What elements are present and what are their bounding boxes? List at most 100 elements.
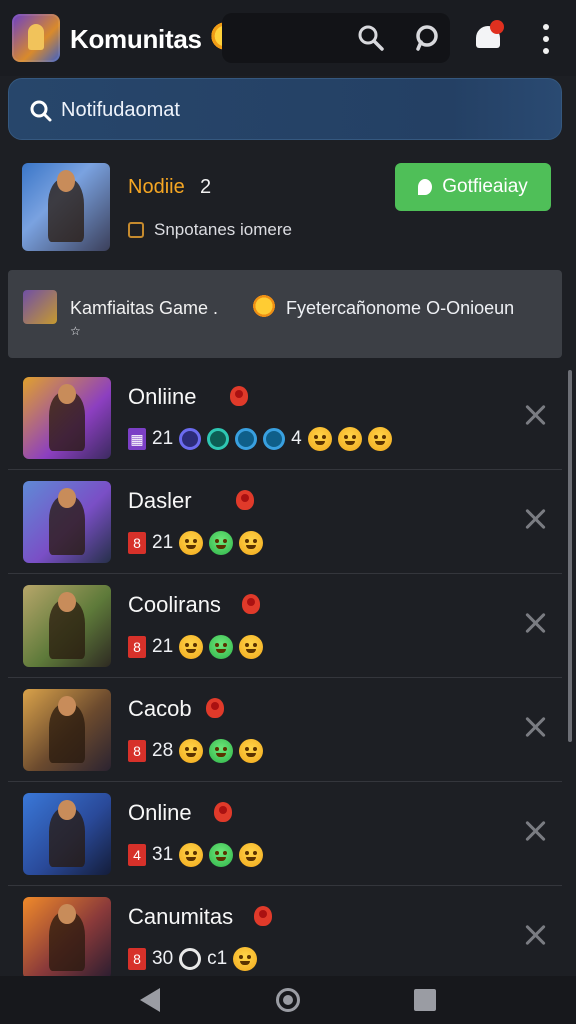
emoji-icon [179, 635, 204, 659]
list-item[interactable]: Onliine ▦ 21 4 [8, 366, 562, 470]
list-item[interactable]: Cacob 8 28 [8, 678, 562, 782]
community-name: Coolirans [128, 592, 221, 617]
search-icon [30, 100, 52, 122]
extra-count: 4 [291, 428, 302, 449]
community-stats: 8 28 [128, 738, 264, 764]
list-item[interactable]: Canumitas 8 30 c1 [8, 886, 562, 990]
scrollbar[interactable] [568, 370, 572, 742]
member-badge: 8 [128, 948, 146, 970]
member-badge: ▦ [128, 428, 146, 450]
gem-icon [230, 386, 248, 406]
community-stats: 8 30 c1 [128, 946, 258, 972]
list-item[interactable]: Dasler 8 21 [8, 470, 562, 574]
community-avatar [23, 689, 111, 771]
announcement-banner[interactable]: Kamfiaitas Game . Fyetercañonome O-Onioe… [8, 270, 562, 358]
banner-subtitle: Fyetercañonome O-Onioeun [286, 298, 515, 318]
emoji-icon [239, 843, 264, 867]
community-stats: 4 31 [128, 842, 264, 868]
extra-count: c1 [207, 948, 228, 969]
banner-mini-icon: ☆ [70, 324, 81, 338]
search-text: Notifudaomat [61, 99, 180, 121]
emoji-icon [209, 531, 234, 555]
member-count: 21 [152, 532, 174, 553]
emoji-icon [233, 947, 258, 971]
join-button[interactable]: Gotfieaiay [395, 163, 551, 211]
close-icon[interactable] [524, 716, 546, 738]
status-ring-icon [235, 428, 258, 450]
list-item[interactable]: Coolirans 8 21 [8, 574, 562, 678]
community-name: Nodiie [128, 176, 185, 198]
top-app-bar: Komunitas [0, 0, 576, 76]
member-count: 28 [152, 740, 174, 761]
close-icon[interactable] [524, 924, 546, 946]
banner-title: Kamfiaitas Game . [70, 298, 219, 318]
community-list: Onliine ▦ 21 4 Dasler 8 21 Coolirans 8 2… [8, 366, 562, 990]
community-avatar [23, 585, 111, 667]
member-count: 30 [152, 948, 174, 969]
emoji-icon [307, 427, 332, 451]
home-icon[interactable] [276, 988, 300, 1012]
emoji-icon [239, 531, 264, 555]
member-badge: 8 [128, 740, 146, 762]
emoji-icon [209, 739, 234, 763]
community-avatar [23, 897, 111, 979]
community-avatar [22, 163, 110, 251]
community-stats: 8 21 [128, 634, 264, 660]
close-icon[interactable] [524, 404, 546, 426]
list-item[interactable]: Online 4 31 [8, 782, 562, 886]
gem-icon [254, 906, 272, 926]
more-vert-icon[interactable] [532, 24, 560, 54]
back-icon[interactable] [140, 988, 160, 1012]
system-nav-bar [0, 976, 576, 1024]
status-ring-icon [179, 428, 202, 450]
community-avatar [23, 377, 111, 459]
notification-dot [490, 20, 504, 34]
app-icon[interactable] [12, 14, 60, 62]
join-button-label: Gotfieaiay [442, 176, 528, 197]
status-ring-icon [207, 428, 230, 450]
community-avatar [23, 481, 111, 563]
search-field[interactable]: Notifudaomat [8, 78, 562, 140]
status-ring-icon [179, 948, 202, 970]
emoji-icon [239, 635, 264, 659]
recent-apps-icon[interactable] [414, 989, 436, 1011]
featured-community[interactable]: Nodiie 2 Snpotanes iomere Gotfieaiay [8, 150, 562, 264]
member-count: 21 [152, 636, 174, 657]
member-badge: 8 [128, 532, 146, 554]
status-badge [128, 222, 144, 238]
community-name: Onliine [128, 384, 197, 409]
status-ring-icon [263, 428, 286, 450]
community-name: Online [128, 800, 192, 825]
sun-icon [252, 294, 276, 318]
close-icon[interactable] [524, 612, 546, 634]
gem-icon [206, 698, 224, 718]
gem-icon [236, 490, 254, 510]
member-count: 21 [152, 428, 174, 449]
member-count: 31 [152, 844, 174, 865]
community-avatar [23, 793, 111, 875]
member-badge: 4 [128, 844, 146, 866]
tag-icon [418, 179, 433, 195]
emoji-icon [209, 843, 234, 867]
community-stats: 8 21 [128, 530, 264, 556]
close-icon[interactable] [524, 820, 546, 842]
community-name: Dasler [128, 488, 192, 513]
emoji-icon [337, 427, 362, 451]
community-stats: ▦ 21 4 [128, 426, 392, 452]
gem-icon [242, 594, 260, 614]
emoji-icon [179, 531, 204, 555]
chat-icon[interactable] [406, 18, 446, 58]
community-name: Cacob [128, 696, 192, 721]
close-icon[interactable] [524, 508, 546, 530]
notification-bell-icon[interactable] [476, 20, 504, 50]
member-badge: 8 [128, 636, 146, 658]
community-count: 2 [200, 176, 212, 198]
emoji-icon [367, 427, 392, 451]
emoji-icon [239, 739, 264, 763]
app-title: Komunitas [70, 24, 202, 54]
emoji-icon [179, 843, 204, 867]
banner-avatar [23, 290, 57, 324]
community-name: Canumitas [128, 904, 234, 929]
emoji-icon [179, 739, 204, 763]
search-icon[interactable] [351, 18, 391, 58]
